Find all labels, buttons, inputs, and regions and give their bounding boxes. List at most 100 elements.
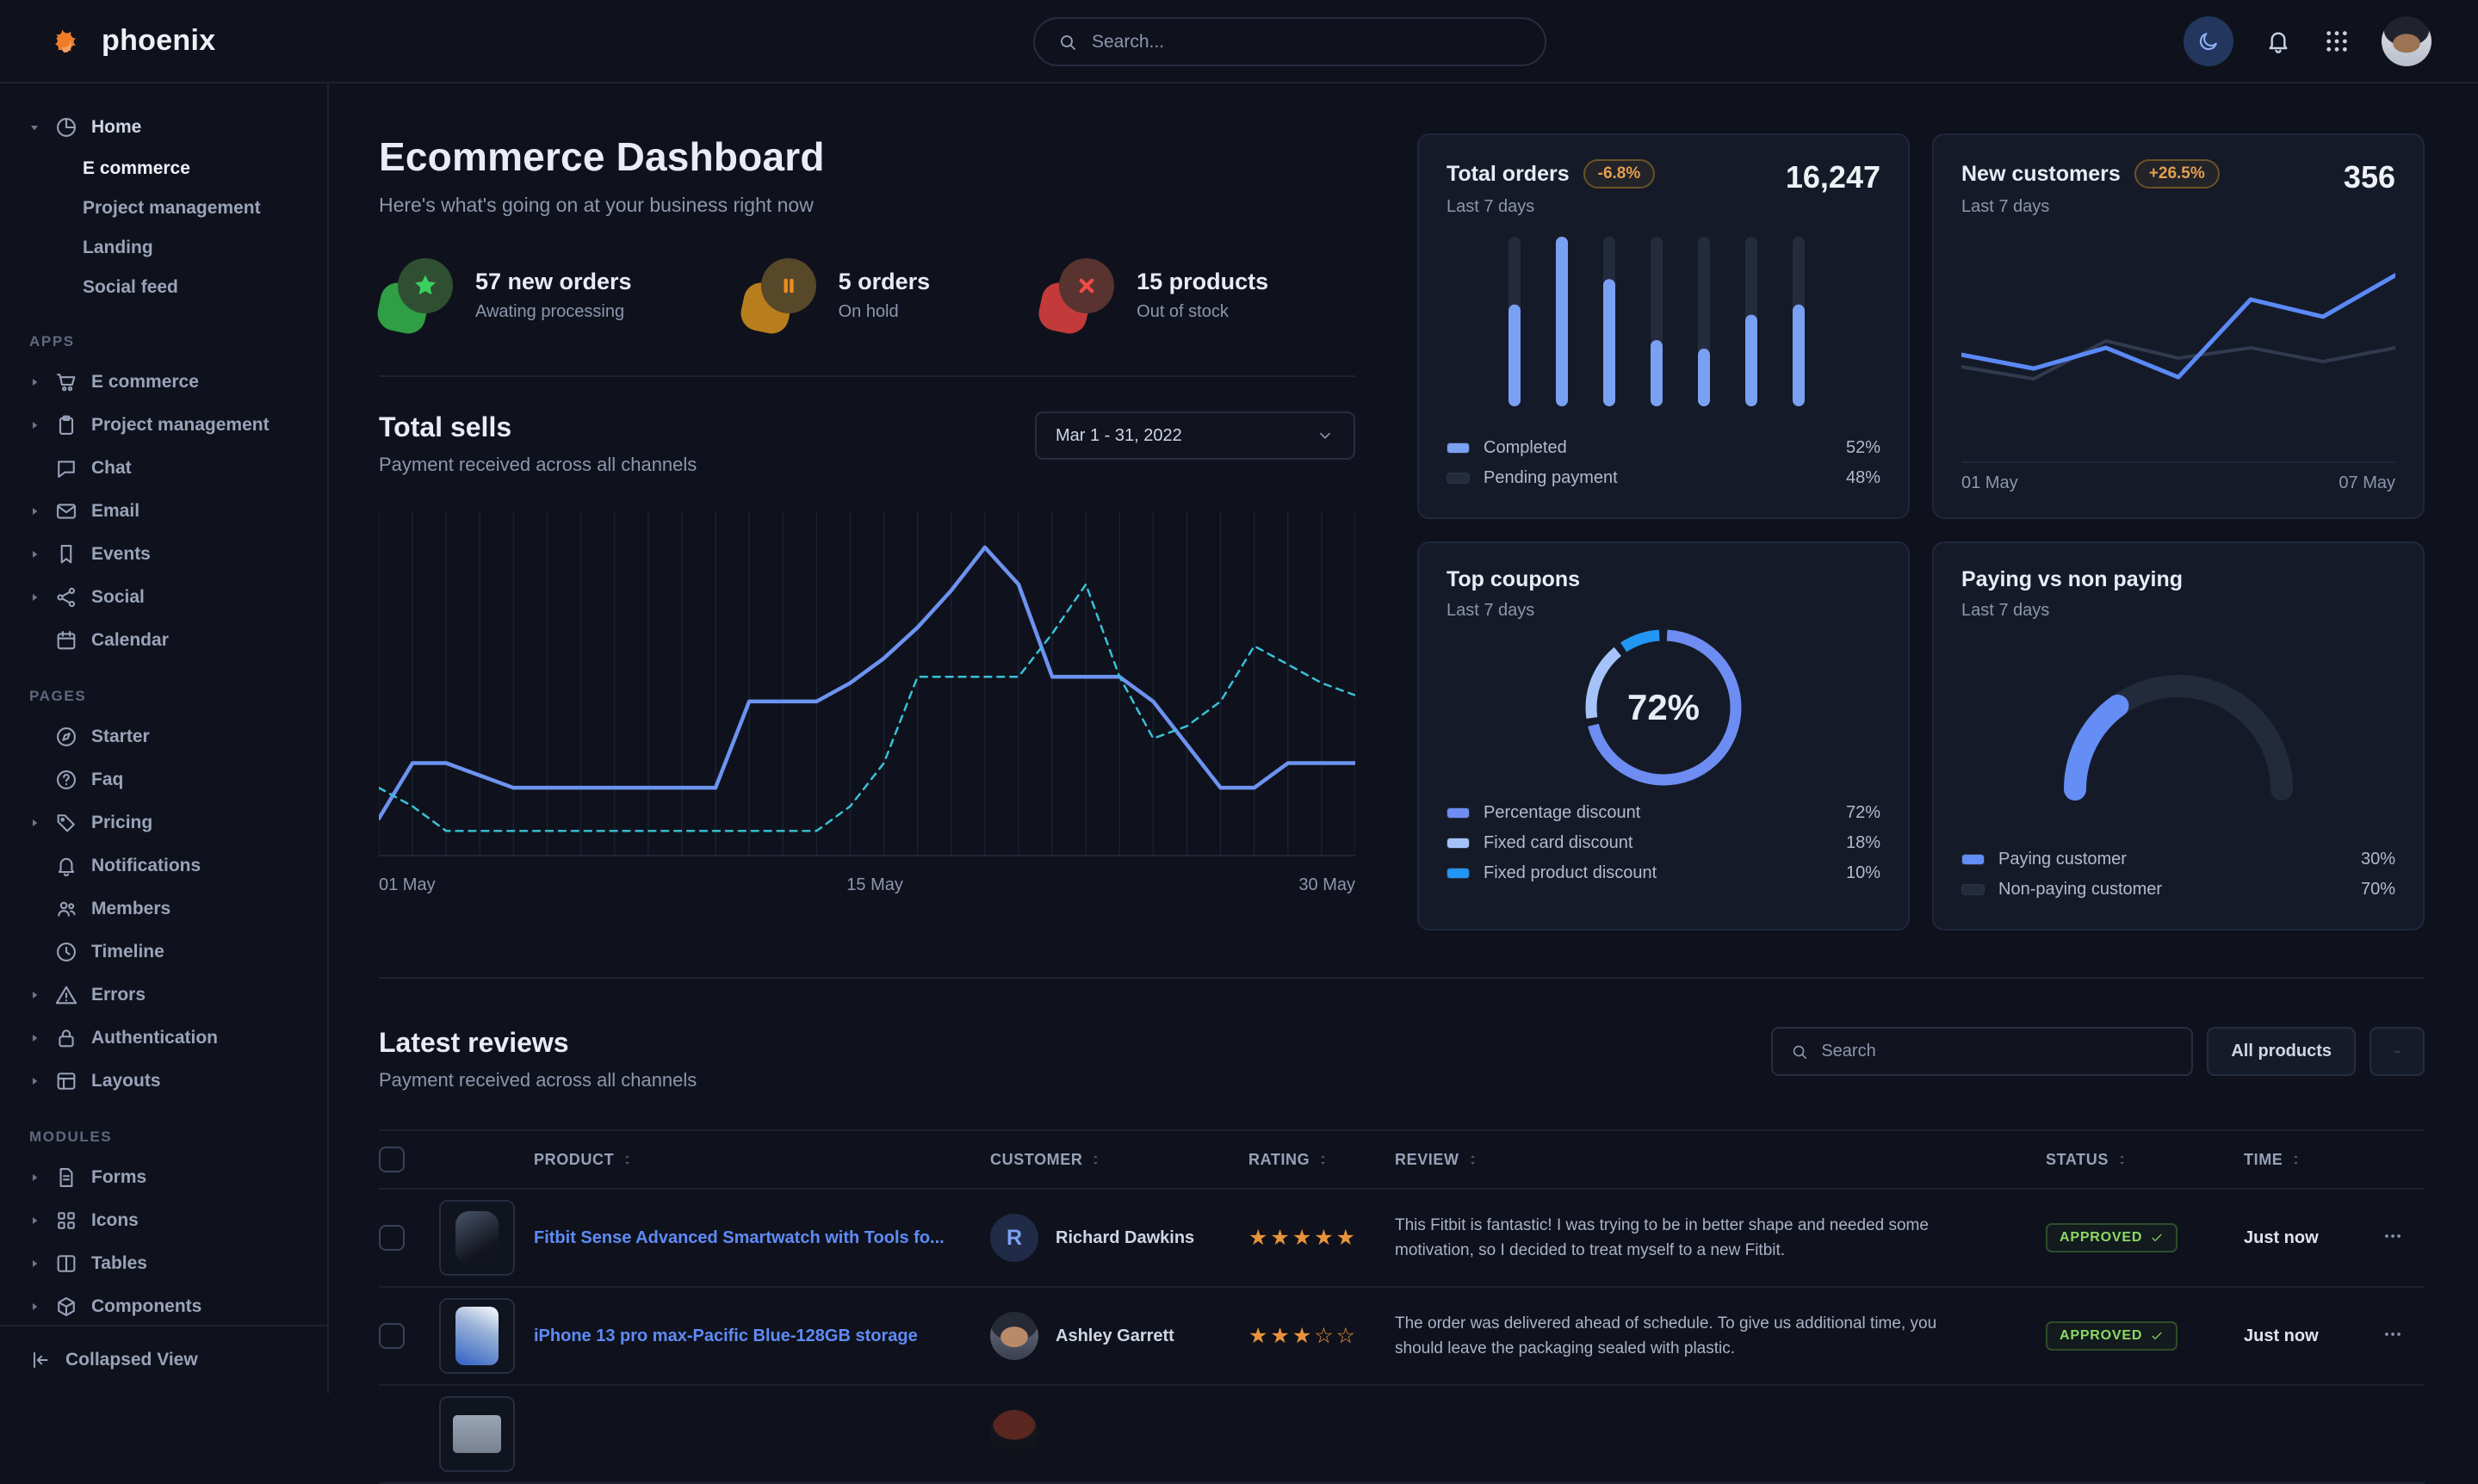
customer-avatar[interactable]: R [990,1214,1038,1262]
sidebar-item-authentication[interactable]: Authentication [0,1017,327,1060]
sidebar-item-project-management[interactable]: Project management [0,404,327,447]
date-range-select[interactable]: Mar 1 - 31, 2022 [1035,411,1355,460]
sidebar-item-calendar[interactable]: Calendar [0,619,327,662]
sidebar-item-home[interactable]: Home [0,106,327,149]
legend-row: Fixed card discount18% [1447,828,1880,858]
reviews-more-button[interactable] [2370,1027,2425,1076]
new-customers-x-axis: 01 May 07 May [1961,461,2395,493]
sidebar-item-project-management[interactable]: Project management [0,189,327,228]
total-orders-card: Total orders -6.8% Last 7 days 16,247 Co… [1417,133,1910,519]
customer-avatar[interactable] [990,1312,1038,1360]
sidebar-item-label: Timeline [91,942,164,962]
sidebar-item-components[interactable]: Components [0,1285,327,1325]
sidebar-item-social-feed[interactable]: Social feed [0,268,327,307]
all-products-button[interactable]: All products [2207,1027,2356,1076]
caret-spacer [28,773,41,787]
sidebar-item-email[interactable]: Email [0,490,327,533]
row-checkbox[interactable] [379,1323,405,1349]
collapsed-view-toggle[interactable]: Collapsed View [0,1325,327,1394]
global-search-input[interactable] [1092,32,1522,53]
product-link[interactable]: Fitbit Sense Advanced Smartwatch with To… [534,1227,970,1250]
user-avatar[interactable] [2382,16,2432,66]
top-navbar: phoenix [0,0,2478,83]
column-header-status[interactable]: STATUS [2046,1151,2244,1169]
navbar-actions [2184,16,2478,66]
column-header-rating[interactable]: RATING [1248,1151,1395,1169]
legend-row: Percentage discount 72% [1447,798,1880,828]
product-cell: Fitbit Sense Advanced Smartwatch with To… [439,1200,990,1276]
sidebar-item-pricing[interactable]: Pricing [0,801,327,844]
sidebar-item-landing[interactable]: Landing [0,228,327,268]
sidebar-item-notifications[interactable]: Notifications [0,844,327,887]
reviews-controls: All products [1771,1027,2425,1076]
global-search[interactable] [1033,17,1546,66]
total-sells-chart [379,505,1355,867]
collapsed-view-label: Collapsed View [65,1350,198,1370]
x-tick: 30 May [1298,875,1355,895]
brand[interactable]: phoenix [0,22,215,61]
new-customers-svg [1961,217,2395,451]
legend-swatch [1961,854,1985,865]
column-header-product[interactable]: PRODUCT [439,1151,990,1169]
legend-label: Percentage discount [1484,803,1640,823]
top-coupons-donut-chart: 72% [1578,622,1749,793]
sidebar-item-chat[interactable]: Chat [0,447,327,490]
sidebar-item-icons[interactable]: Icons [0,1199,327,1242]
customer-cell [990,1410,1248,1458]
caret-right-icon [28,418,41,432]
row-more-icon[interactable] [2382,1323,2404,1345]
sidebar-item-e-commerce[interactable]: E commerce [0,361,327,404]
sidebar-item-starter[interactable]: Starter [0,715,327,758]
sidebar-item-forms[interactable]: Forms [0,1156,327,1199]
sidebar-item-social[interactable]: Social [0,576,327,619]
column-header-time[interactable]: TIME [2244,1151,2382,1169]
sidebar-item-errors[interactable]: Errors [0,974,327,1017]
product-link[interactable]: iPhone 13 pro max-Pacific Blue-128GB sto… [534,1325,944,1348]
product-thumbnail[interactable] [439,1396,515,1472]
rating-stars: ★★★☆☆ [1248,1323,1395,1349]
star-icon [398,258,453,313]
layout-icon [54,1069,78,1093]
sidebar-item-label: Home [91,117,141,138]
sidebar-item-members[interactable]: Members [0,887,327,931]
row-checkbox[interactable] [379,1225,405,1251]
caret-right-icon [28,1074,41,1088]
stat-value: 5 orders [839,269,931,295]
theme-toggle-button[interactable] [2184,16,2233,66]
trend-badge: +26.5% [2134,159,2220,189]
sidebar-item-events[interactable]: Events [0,533,327,576]
sidebar-item-e-commerce[interactable]: E commerce [0,149,327,189]
phoenix-logo-icon [48,22,88,61]
legend-value: 72% [1846,803,1880,823]
legend-row: Paying customer30% [1961,844,2395,875]
sidebar-item-faq[interactable]: Faq [0,758,327,801]
sort-icon [2289,1153,2302,1166]
table-row [379,1386,2425,1484]
apps-grid-icon[interactable] [2323,28,2351,55]
chevron-down-icon [1316,426,1335,445]
product-thumbnail[interactable] [439,1200,515,1276]
notifications-bell-icon[interactable] [2264,28,2292,55]
column-header-review[interactable]: REVIEW [1395,1151,2046,1169]
lock-icon [54,1026,78,1050]
sidebar-item-layouts[interactable]: Layouts [0,1060,327,1103]
caret-right-icon [28,504,41,518]
file-text-icon [54,1166,78,1190]
row-more-icon[interactable] [2382,1225,2404,1247]
select-all-checkbox[interactable] [379,1147,405,1172]
reviews-search[interactable] [1771,1027,2193,1076]
sidebar-item-tables[interactable]: Tables [0,1242,327,1285]
top-coupons-card: Top coupons Last 7 days 72% Percentage d… [1417,541,1910,931]
reviews-search-input[interactable] [1821,1042,2174,1061]
customer-avatar[interactable] [990,1410,1038,1458]
latest-reviews-title: Latest reviews [379,1027,697,1059]
column-header-label: PRODUCT [534,1151,614,1169]
card-title: Paying vs non paying [1961,567,2183,592]
column-header-customer[interactable]: CUSTOMER [990,1151,1248,1169]
product-thumbnail[interactable] [439,1298,515,1374]
caret-spacer [28,945,41,959]
total-orders-value: 16,247 [1786,159,1880,195]
legend-row: Non-paying customer70% [1961,875,2395,905]
sidebar-item-timeline[interactable]: Timeline [0,931,327,974]
trend-badge: -6.8% [1583,159,1656,189]
